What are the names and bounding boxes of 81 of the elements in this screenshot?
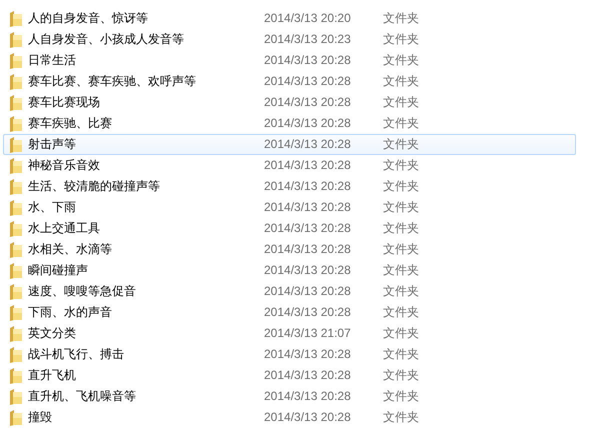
- modified-date: 2014/3/13 20:28: [264, 157, 352, 174]
- folder-icon: [9, 116, 23, 132]
- folder-name[interactable]: 射击声等: [28, 135, 264, 154]
- modified-date: 2014/3/13 20:20: [264, 10, 352, 27]
- folder-name[interactable]: 赛车比赛现场: [28, 93, 264, 112]
- folder-icon: [9, 304, 23, 320]
- file-row[interactable]: 射击声等 2014/3/13 20:28 文件夹: [3, 134, 576, 155]
- modified-date: 2014/3/13 20:28: [264, 136, 352, 153]
- folder-icon: [9, 200, 23, 216]
- modified-date: 2014/3/13 20:28: [264, 388, 352, 405]
- file-type: 文件夹: [383, 220, 419, 237]
- modified-date: 2014/3/13 20:28: [264, 115, 352, 132]
- folder-icon: [9, 326, 23, 342]
- file-type: 文件夹: [383, 94, 419, 111]
- folder-name[interactable]: 人的自身发音、惊讶等: [28, 9, 264, 28]
- folder-name[interactable]: 神秘音乐音效: [28, 156, 264, 175]
- folder-icon: [9, 158, 23, 174]
- file-type: 文件夹: [383, 367, 419, 384]
- modified-date: 2014/3/13 20:28: [264, 283, 352, 300]
- folder-icon: [9, 32, 23, 48]
- folder-name[interactable]: 赛车比赛、赛车疾驰、欢呼声等: [28, 72, 264, 91]
- file-type: 文件夹: [383, 157, 419, 174]
- folder-icon: [9, 410, 23, 426]
- file-type: 文件夹: [383, 178, 419, 195]
- file-type: 文件夹: [383, 10, 419, 27]
- folder-name[interactable]: 直升机、飞机噪音等: [28, 387, 264, 406]
- file-type: 文件夹: [383, 241, 419, 258]
- folder-name[interactable]: 英文分类: [28, 324, 264, 343]
- file-type: 文件夹: [383, 136, 419, 153]
- modified-date: 2014/3/13 20:28: [264, 241, 352, 258]
- folder-name[interactable]: 瞬间碰撞声: [28, 261, 264, 280]
- folder-name[interactable]: 生活、较清脆的碰撞声等: [28, 177, 264, 196]
- folder-name[interactable]: 直升飞机: [28, 366, 264, 385]
- modified-date: 2014/3/13 20:28: [264, 94, 352, 111]
- file-type: 文件夹: [383, 325, 419, 342]
- folder-name[interactable]: 水相关、水滴等: [28, 240, 264, 259]
- folder-name[interactable]: 撞毁: [28, 408, 264, 427]
- file-type: 文件夹: [383, 31, 419, 48]
- folder-name[interactable]: 人自身发音、小孩成人发音等: [28, 30, 264, 49]
- folder-icon: [9, 242, 23, 258]
- folder-icon: [9, 220, 23, 236]
- folder-name[interactable]: 水、下雨: [28, 198, 264, 217]
- modified-date: 2014/3/13 20:28: [264, 346, 352, 363]
- modified-date: 2014/3/13 20:28: [264, 304, 352, 321]
- folder-icon: [9, 74, 23, 90]
- folder-name[interactable]: 日常生活: [28, 51, 264, 70]
- folder-name[interactable]: 水上交通工具: [28, 219, 264, 238]
- modified-date: 2014/3/13 20:28: [264, 367, 352, 384]
- file-type: 文件夹: [383, 346, 419, 363]
- modified-date: 2014/3/13 20:28: [264, 73, 352, 90]
- folder-icon: [9, 346, 23, 362]
- modified-date: 2014/3/13 21:07: [264, 325, 352, 342]
- folder-name[interactable]: 下雨、水的声音: [28, 303, 264, 322]
- folder-name[interactable]: 赛车疾驰、比赛: [28, 114, 264, 133]
- folder-icon: [9, 388, 23, 404]
- folder-name[interactable]: 速度、嗖嗖等急促音: [28, 282, 264, 301]
- folder-icon: [9, 178, 23, 194]
- modified-date: 2014/3/13 20:28: [264, 52, 352, 69]
- folder-icon: [9, 368, 23, 384]
- file-type: 文件夹: [383, 262, 419, 279]
- folder-icon: [9, 10, 23, 26]
- modified-date: 2014/3/13 20:28: [264, 220, 352, 237]
- modified-date: 2014/3/13 20:28: [264, 409, 352, 426]
- folder-name[interactable]: 战斗机飞行、搏击: [28, 345, 264, 364]
- file-type: 文件夹: [383, 73, 419, 90]
- file-type: 文件夹: [383, 304, 419, 321]
- modified-date: 2014/3/13 20:28: [264, 199, 352, 216]
- modified-date: 2014/3/13 20:23: [264, 31, 352, 48]
- folder-icon: [9, 284, 23, 300]
- file-type: 文件夹: [383, 199, 419, 216]
- file-type: 文件夹: [383, 115, 419, 132]
- file-type: 文件夹: [383, 283, 419, 300]
- file-type: 文件夹: [383, 52, 419, 69]
- modified-date: 2014/3/13 20:28: [264, 178, 352, 195]
- modified-date: 2014/3/13 20:28: [264, 262, 352, 279]
- folder-icon: [9, 94, 23, 110]
- file-type: 文件夹: [383, 409, 419, 426]
- folder-icon: [9, 136, 23, 152]
- file-type: 文件夹: [383, 388, 419, 405]
- folder-icon: [9, 262, 23, 278]
- folder-icon: [9, 52, 23, 68]
